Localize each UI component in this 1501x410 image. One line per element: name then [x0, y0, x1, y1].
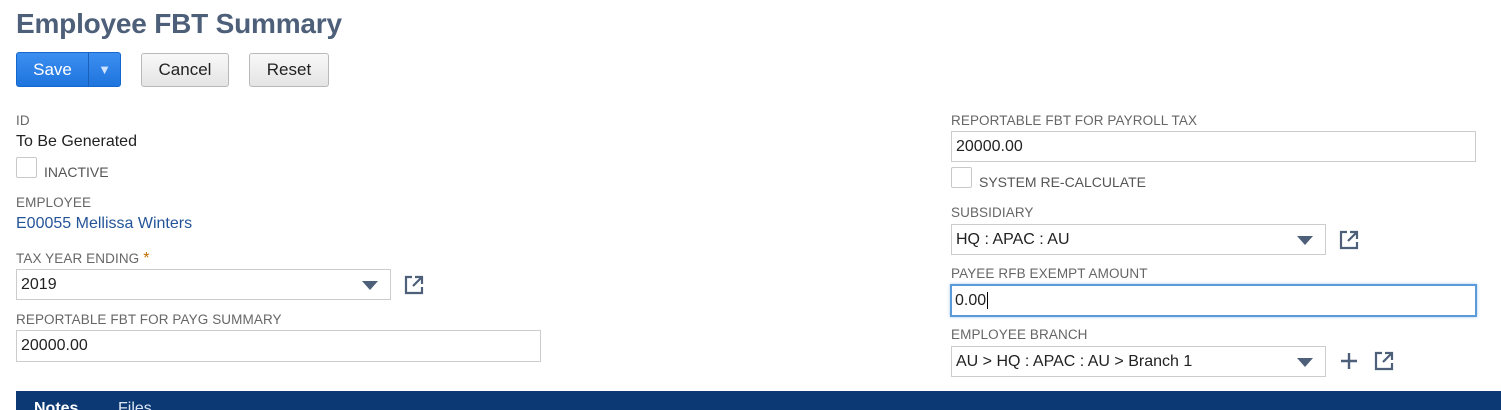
open-external-icon[interactable] [403, 274, 425, 296]
inactive-checkbox[interactable] [16, 157, 37, 178]
plus-icon[interactable] [1338, 350, 1360, 372]
tax-year-ending-select[interactable]: 2019 [16, 269, 391, 300]
reportable-fbt-payg-label: REPORTABLE FBT FOR PAYG SUMMARY [16, 312, 282, 327]
subsidiary-label: SUBSIDIARY [951, 205, 1034, 220]
tax-year-ending-label-text: TAX YEAR ENDING [16, 251, 140, 266]
inactive-label: INACTIVE [44, 164, 109, 180]
triangle-down-icon: ▼ [98, 62, 111, 77]
reportable-fbt-payg-input[interactable]: 20000.00 [16, 330, 541, 362]
id-value: To Be Generated [16, 133, 137, 150]
dropdown-triangle-icon [1297, 235, 1313, 245]
dropdown-triangle-icon [362, 280, 378, 290]
subtab-bar: Notes Files [16, 391, 1501, 410]
reportable-fbt-payroll-input[interactable]: 20000.00 [951, 131, 1476, 162]
employee-branch-select[interactable]: AU > HQ : APAC : AU > Branch 1 [951, 346, 1326, 377]
open-external-icon[interactable] [1338, 229, 1360, 251]
system-recalculate-label: SYSTEM RE-CALCULATE [979, 174, 1146, 190]
reportable-fbt-payg-value: 20000.00 [21, 337, 88, 354]
employee-link[interactable]: E00055 Mellissa Winters [16, 215, 192, 233]
cancel-button[interactable]: Cancel [141, 53, 229, 87]
system-recalculate-checkbox[interactable] [951, 167, 972, 188]
reportable-fbt-payroll-value: 20000.00 [956, 137, 1023, 155]
text-caret [987, 292, 989, 309]
save-menu-button[interactable]: ▼ [89, 53, 120, 86]
tax-year-ending-value: 2019 [21, 275, 57, 293]
subsidiary-value: HQ : APAC : AU [956, 230, 1070, 248]
save-button[interactable]: Save [17, 53, 89, 86]
reset-button[interactable]: Reset [249, 53, 329, 87]
payee-rfb-exempt-label: PAYEE RFB EXEMPT AMOUNT [951, 266, 1148, 281]
dropdown-triangle-icon [1297, 357, 1313, 367]
employee-branch-label: EMPLOYEE BRANCH [951, 327, 1088, 342]
tab-files[interactable]: Files [118, 400, 152, 410]
open-external-icon[interactable] [1373, 350, 1395, 372]
tax-year-ending-label: TAX YEAR ENDING * [16, 250, 150, 268]
save-button-group: Save ▼ [16, 52, 121, 87]
id-label: ID [16, 113, 30, 128]
required-indicator: * [143, 250, 150, 267]
employee-branch-value: AU > HQ : APAC : AU > Branch 1 [956, 352, 1193, 370]
page-title: Employee FBT Summary [16, 8, 342, 39]
tab-notes[interactable]: Notes [34, 400, 78, 410]
payee-rfb-exempt-value: 0.00 [955, 291, 987, 309]
reportable-fbt-payroll-label: REPORTABLE FBT FOR PAYROLL TAX [951, 113, 1198, 128]
payee-rfb-exempt-input[interactable]: 0.00 [950, 284, 1477, 317]
employee-label: EMPLOYEE [16, 195, 92, 210]
subsidiary-select[interactable]: HQ : APAC : AU [951, 224, 1326, 255]
